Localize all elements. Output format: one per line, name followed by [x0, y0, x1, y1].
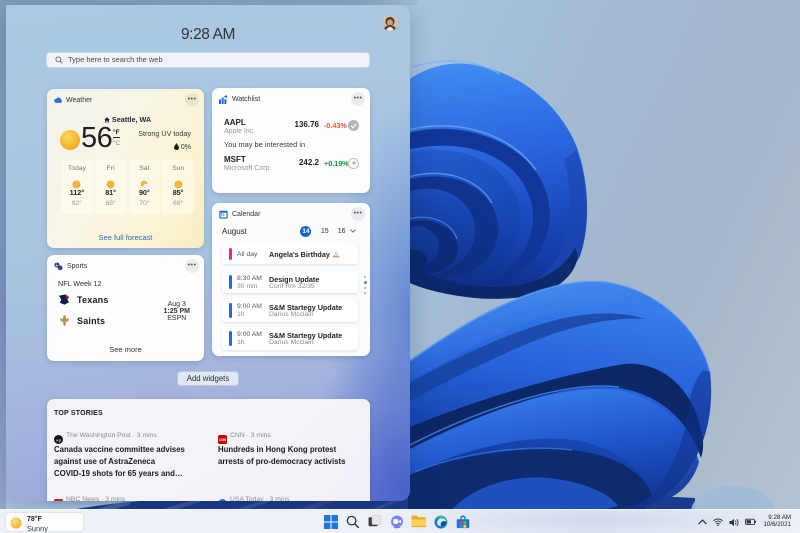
svg-text:wp: wp — [56, 437, 62, 442]
svg-text:CNN: CNN — [219, 438, 227, 442]
